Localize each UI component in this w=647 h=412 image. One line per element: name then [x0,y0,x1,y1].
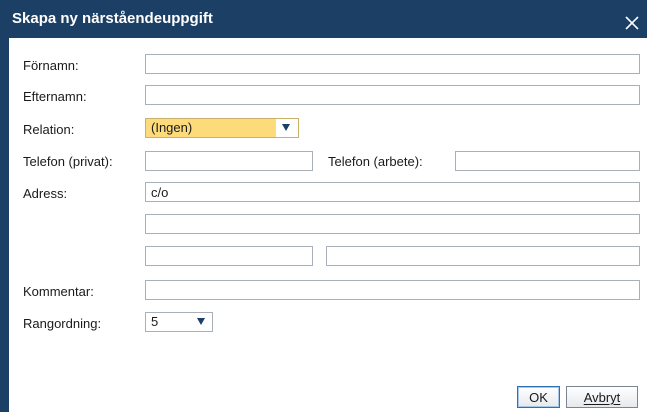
kommentar-input[interactable] [145,280,640,300]
telefon-privat-label: Telefon (privat): [23,154,113,169]
dialog-title: Skapa ny närståendeuppgift [12,10,213,27]
telefon-privat-input[interactable] [145,151,313,171]
close-icon[interactable] [623,14,641,32]
ok-button[interactable]: OK [517,386,560,408]
rangordning-dropdown[interactable]: 5 [145,312,213,332]
adress-label: Adress: [23,186,68,201]
chevron-down-icon[interactable] [197,318,205,325]
relation-value: (Ingen) [151,120,193,135]
chevron-down-icon[interactable] [282,124,290,131]
adress-line2-input[interactable] [145,214,640,234]
fornamn-label: Förnamn: [23,58,79,73]
postnummer-input[interactable] [145,246,313,266]
adress-co-input[interactable] [145,182,640,202]
efternamn-label: Efternamn: [23,89,87,104]
telefon-arbete-input[interactable] [455,151,640,171]
rangordning-label: Rangordning: [23,316,102,331]
efternamn-input[interactable] [145,85,640,105]
relation-label: Relation: [23,122,75,137]
rangordning-value: 5 [151,314,159,329]
dialog-frame-border [0,38,9,412]
kommentar-label: Kommentar: [23,284,94,299]
dialog-titlebar[interactable]: Skapa ny närståendeuppgift [0,0,647,38]
fornamn-input[interactable] [145,54,640,74]
ort-input[interactable] [326,246,640,266]
relation-dropdown[interactable]: (Ingen) [145,118,299,138]
dialog-content: Förnamn: Efternamn: Relation: (Ingen) Te… [9,38,647,412]
cancel-button[interactable]: Avbryt [566,386,638,408]
telefon-arbete-label: Telefon (arbete): [328,154,423,169]
